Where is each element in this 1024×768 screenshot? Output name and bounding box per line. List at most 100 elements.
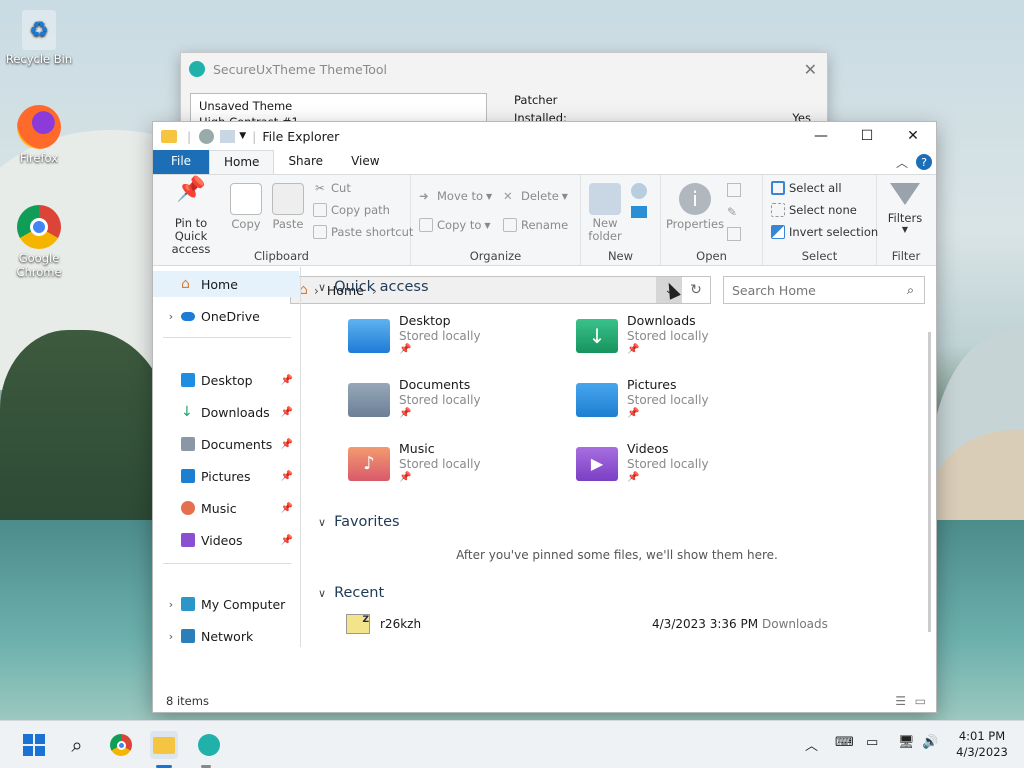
new-folder-button[interactable]: New folder [587,183,623,243]
file-explorer-window[interactable]: | ▼ | File Explorer — ☐ ✕ File Home Shar… [152,121,937,713]
chevron-down-icon[interactable]: ∨ [318,281,326,294]
copy-path-button[interactable]: Copy path [313,203,390,217]
tab-home[interactable]: Home [209,150,275,174]
tile-pictures[interactable]: Pictures Stored locally 📌 [576,377,786,431]
pin-icon[interactable]: 📌 [281,407,293,418]
rename-button[interactable]: Rename [503,218,568,232]
ribbon-group-clipboard: 📌 Pin to Quick access Copy Paste ✂ Cut Co… [153,175,413,265]
pin-icon[interactable]: 📌 [281,439,293,450]
sidebar-item-home[interactable]: ⌂ Home [153,271,299,297]
properties-button[interactable]: i Properties [666,183,724,231]
themetool-taskbar-icon[interactable] [195,731,223,759]
move-to-icon: ➜ [419,189,429,203]
section-recent[interactable]: ∨ Recent [318,585,384,601]
tile-videos[interactable]: ▶ Videos Stored locally 📌 [576,441,786,495]
item-count: 8 items [166,694,209,708]
paste-shortcut-button[interactable]: Paste shortcut [313,225,413,239]
chrome-taskbar-icon[interactable] [107,731,135,759]
pin-icon[interactable]: 📌 [281,375,293,386]
properties-icon[interactable] [199,128,215,144]
recent-row[interactable]: Z r26kzh 4/3/2023 3:36 PM Downloads [346,611,926,637]
tiles-view-icon[interactable]: ▭ [915,694,926,708]
paste-button[interactable]: Paste [271,183,305,231]
help-icon[interactable]: ? [916,154,932,170]
details-view-icon[interactable]: ☰ [895,694,906,708]
tab-view[interactable]: View [337,150,393,174]
section-favorites[interactable]: ∨ Favorites [318,514,400,530]
sidebar-item-downloads[interactable]: ↓ Downloads 📌 [153,399,299,425]
chevron-right-icon[interactable]: › [161,598,181,611]
collapse-ribbon-icon[interactable]: ︿ [896,154,908,171]
pin-icon: 📌 [176,175,206,203]
sidebar-item-pictures[interactable]: Pictures 📌 [153,463,299,489]
pin-icon[interactable]: 📌 [281,471,293,482]
pin-icon: 📌 [627,344,640,355]
pin-icon: 📌 [399,472,412,483]
select-all-button[interactable]: Select all [771,181,842,195]
tile-downloads[interactable]: ↓ Downloads Stored locally 📌 [576,313,786,367]
move-to-button[interactable]: ➜ Move to ▼ [419,189,492,203]
desktop-icon-label: Recycle Bin [5,52,73,66]
clock-date: 4/3/2023 [956,745,1008,759]
edit-icon[interactable]: ✎ [727,205,741,219]
tile-music[interactable]: ♪ Music Stored locally 📌 [348,441,558,495]
chevron-down-icon[interactable]: ∨ [318,587,326,600]
theme-list-item[interactable]: Unsaved Theme [199,98,478,114]
desktop-icon-label: Firefox [19,151,59,165]
sidebar-item-desktop[interactable]: Desktop 📌 [153,367,299,393]
easy-access-icon[interactable] [631,206,647,218]
select-none-button[interactable]: Select none [771,203,857,217]
history-icon[interactable] [727,227,741,241]
sidebar-item-documents[interactable]: Documents 📌 [153,431,299,457]
minimize-button[interactable]: — [798,122,844,150]
sidebar-item-onedrive[interactable]: › OneDrive [153,303,299,329]
new-folder-icon [589,183,621,215]
chevron-up-icon[interactable]: ︿ [805,735,818,754]
tile-desktop[interactable]: Desktop Stored locally 📌 [348,313,558,367]
pin-icon[interactable]: 📌 [281,535,293,546]
tab-share[interactable]: Share [274,150,337,174]
open-icon[interactable] [727,183,741,197]
keyboard-icon[interactable]: ⌨ [835,735,854,750]
clock[interactable]: 4:01 PM 4/3/2023 [950,728,1014,760]
explorer-titlebar: | ▼ | File Explorer — ☐ ✕ [153,122,936,150]
status-bar: 8 items ☰ ▭ [153,690,936,712]
delete-button[interactable]: ✕ Delete ▼ [503,189,568,203]
wallpaper-forest [0,330,170,530]
sidebar-item-my-computer[interactable]: › My Computer [153,591,299,617]
desktop-icon-firefox[interactable]: Firefox [3,105,75,165]
maximize-button[interactable]: ☐ [844,122,890,150]
tab-file[interactable]: File [153,150,209,174]
chevron-right-icon[interactable]: › [161,630,181,643]
tablet-icon[interactable]: ▭ [866,735,878,750]
copy-to-button[interactable]: Copy to ▼ [419,218,491,232]
file-explorer-taskbar-icon[interactable] [150,731,178,759]
close-icon[interactable]: ✕ [804,60,817,79]
filters-button[interactable]: Filters ▼ [883,183,927,234]
start-button[interactable] [20,731,48,759]
tile-documents[interactable]: Documents Stored locally 📌 [348,377,558,431]
copy-button[interactable]: Copy [229,183,263,231]
network-status-icon[interactable]: 🖥 [898,735,915,750]
new-item-icon[interactable] [631,183,647,199]
section-quick-access[interactable]: ∨ Quick access [318,279,429,295]
chevron-down-icon[interactable]: ▼ [239,131,246,141]
chevron-right-icon[interactable]: › [161,310,181,323]
cut-button[interactable]: ✂ Cut [313,181,351,195]
chevron-down-icon[interactable]: ∨ [318,516,326,529]
search-icon[interactable]: ⌕ [63,731,91,759]
navigation-pane: ⌂ Home › OneDrive Desktop 📌 ↓ Downloads 📌 … [153,267,301,647]
desktop-icon-chrome[interactable]: Google Chrome [3,205,75,279]
volume-icon[interactable]: 🔊 [922,735,938,750]
pin-icon[interactable]: 📌 [281,503,293,514]
sidebar-item-videos[interactable]: Videos 📌 [153,527,299,553]
sidebar-item-music[interactable]: Music 📌 [153,495,299,521]
sidebar-item-network[interactable]: › Network [153,623,299,649]
scrollbar[interactable] [928,332,931,632]
themetool-logo-icon [189,61,205,77]
new-folder-icon[interactable] [220,129,236,143]
invert-selection-button[interactable]: Invert selection [771,225,878,239]
pin-to-quick-access-button[interactable]: 📌 Pin to Quick access [158,175,224,256]
close-button[interactable]: ✕ [890,122,936,150]
desktop-icon-recycle-bin[interactable]: ♻ Recycle Bin [3,10,75,66]
